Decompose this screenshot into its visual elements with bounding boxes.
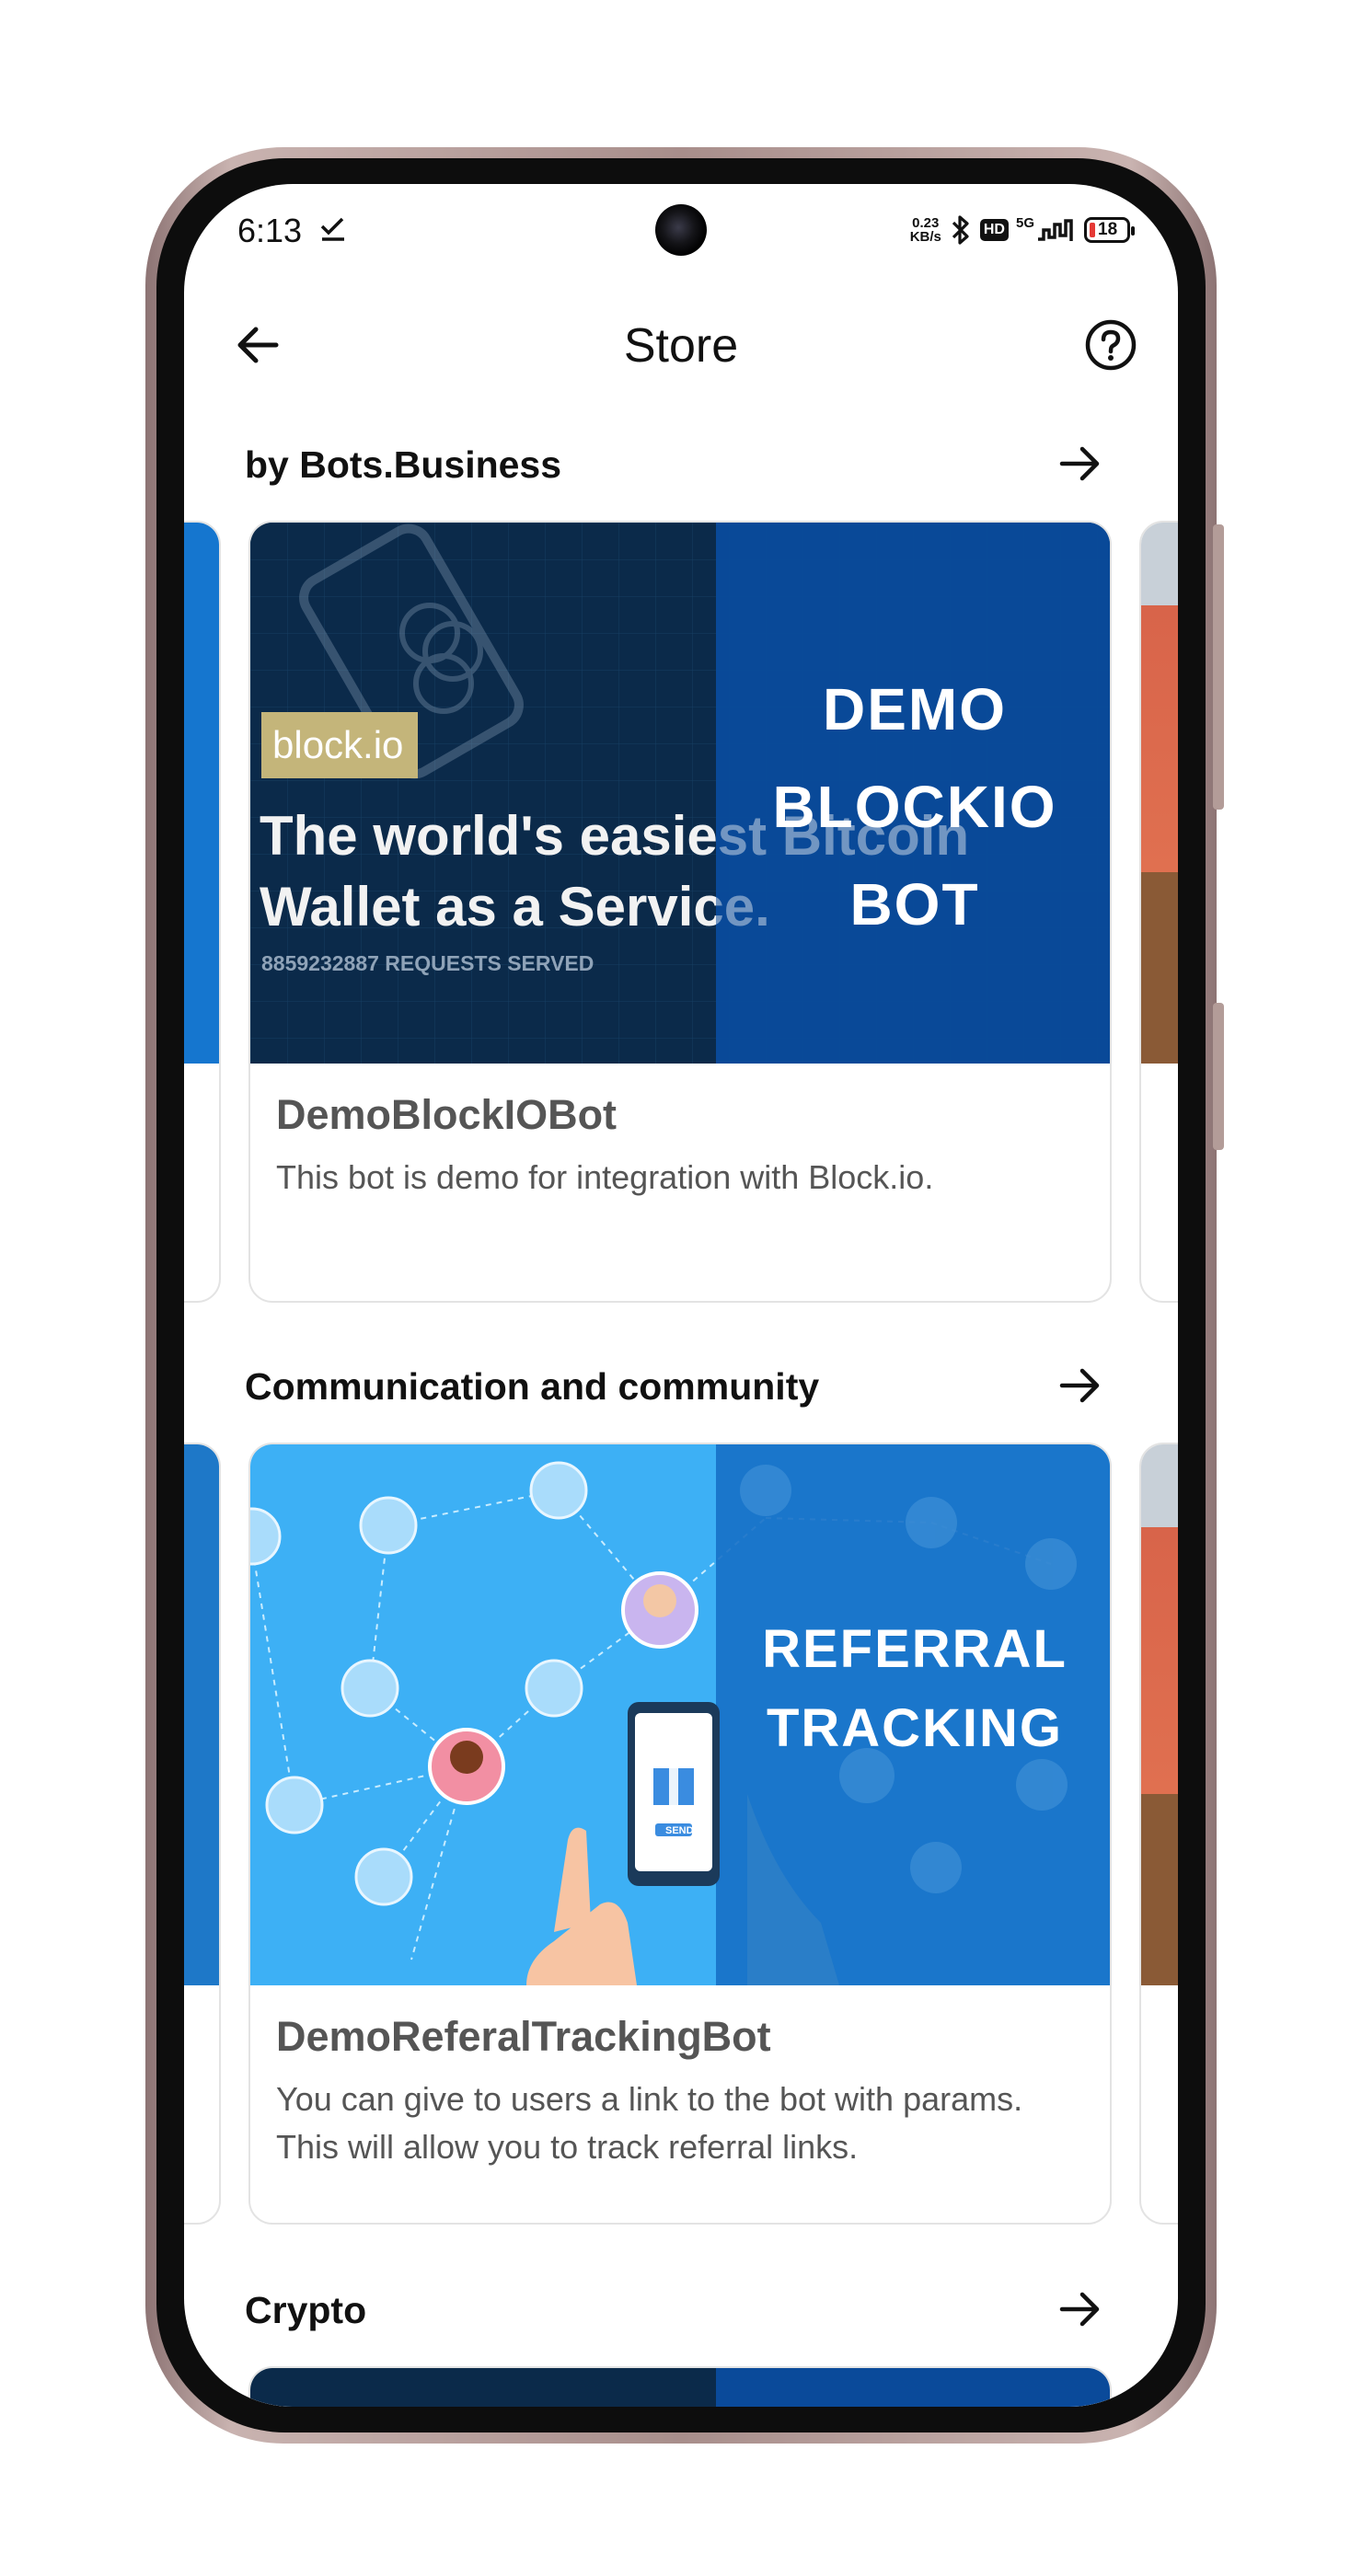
blockio-headline-2: Wallet as a Service. [260,876,770,937]
network-speed: 0.23 KB/s [910,216,941,244]
section-title: Communication and community [245,1365,820,1408]
section-header-bots-business[interactable]: by Bots.Business [184,423,1178,506]
signal-icon [1038,219,1073,241]
battery-percent: 18 [1098,220,1118,239]
bot-card-crypto-partial[interactable] [248,2366,1112,2407]
section-title: Crypto [245,2289,367,2331]
battery-icon: 18 [1084,217,1135,243]
blockio-requests: 8859232887 REQUESTS SERVED [261,951,594,975]
arrow-right-icon[interactable] [1055,438,1106,489]
bluetooth-icon [952,215,969,245]
bot-card-name: DemoBlockIOBot [276,1091,618,1138]
battery-tip [1131,226,1135,236]
app-bar: Store [184,285,1178,405]
power-button [1213,1003,1224,1150]
prev-card-image [184,1444,219,1985]
bot-card-demoblockiobot[interactable]: block.io The world's easiest Bitcoin Wal… [248,521,1112,1303]
next-card-peek[interactable] [1139,1443,1178,2225]
battery-level [1090,223,1095,237]
section-title: by Bots.Business [245,443,562,486]
overlay-line-2: BLOCKIO [772,774,1057,840]
blockio-brand-text: block.io [272,723,404,766]
prev-card-peek[interactable] [184,1443,221,2225]
bot-card-image: SEND REFERRAL TRACKING [250,1444,1110,1985]
network-speed-unit: KB/s [909,229,941,245]
status-time: 6:13 [237,212,303,249]
bot-card-name: DemoReferalTrackingBot [276,2013,771,2060]
bot-card-demoreferaltrackingbot[interactable]: SEND REFERRAL TRACKING DemoReferalTracki… [248,1443,1112,2225]
overlay-line-3: BOT [849,871,980,937]
prev-card-image [184,523,219,1064]
overlay-line-1: DEMO [823,676,1007,742]
section-header-communication[interactable]: Communication and community [184,1345,1178,1428]
arrow-right-icon[interactable] [1055,2283,1106,2335]
signal-indicator: 5G [1016,215,1077,245]
bot-card-description: This bot is demo for integration with Bl… [276,1158,934,1196]
help-icon[interactable] [1079,313,1143,377]
bot-card-image [250,2368,1110,2407]
network-speed-value: 0.23 [912,215,940,231]
send-label: SEND [665,1825,694,1836]
next-card-image [1141,523,1178,1064]
prev-card-peek[interactable] [184,521,221,1303]
arrow-right-icon[interactable] [1055,1360,1106,1411]
front-camera [655,204,707,256]
crypto-image-right [716,2368,1110,2407]
page-title: Store [623,319,739,373]
status-bar: 6:13 0.23 KB/s HD 5G 18 [184,184,1178,285]
screen: 6:13 0.23 KB/s HD 5G 18 Store by Bots.Bu… [184,184,1178,2407]
network-type: 5G [1015,215,1034,231]
bot-card-description: You can give to users a link to the bot … [276,2080,1023,2166]
next-card-peek[interactable] [1139,521,1178,1303]
section-header-crypto[interactable]: Crypto [184,2269,1178,2352]
blockio-overlay-text: DEMO BLOCKIO BOT [716,661,1110,953]
check-icon [320,217,344,241]
overlay-line-2: TRACKING [766,1698,1064,1758]
hd-badge: HD [979,219,1009,241]
volume-button [1213,524,1224,810]
referral-overlay-text: REFERRAL TRACKING [716,1610,1110,1768]
crypto-image-left [250,2368,716,2407]
next-card-image [1141,1444,1178,1985]
overlay-line-1: REFERRAL [762,1619,1068,1679]
status-icons: 0.23 KB/s HD 5G 18 [910,210,1135,250]
bot-card-image: block.io The world's easiest Bitcoin Wal… [250,523,1110,1064]
